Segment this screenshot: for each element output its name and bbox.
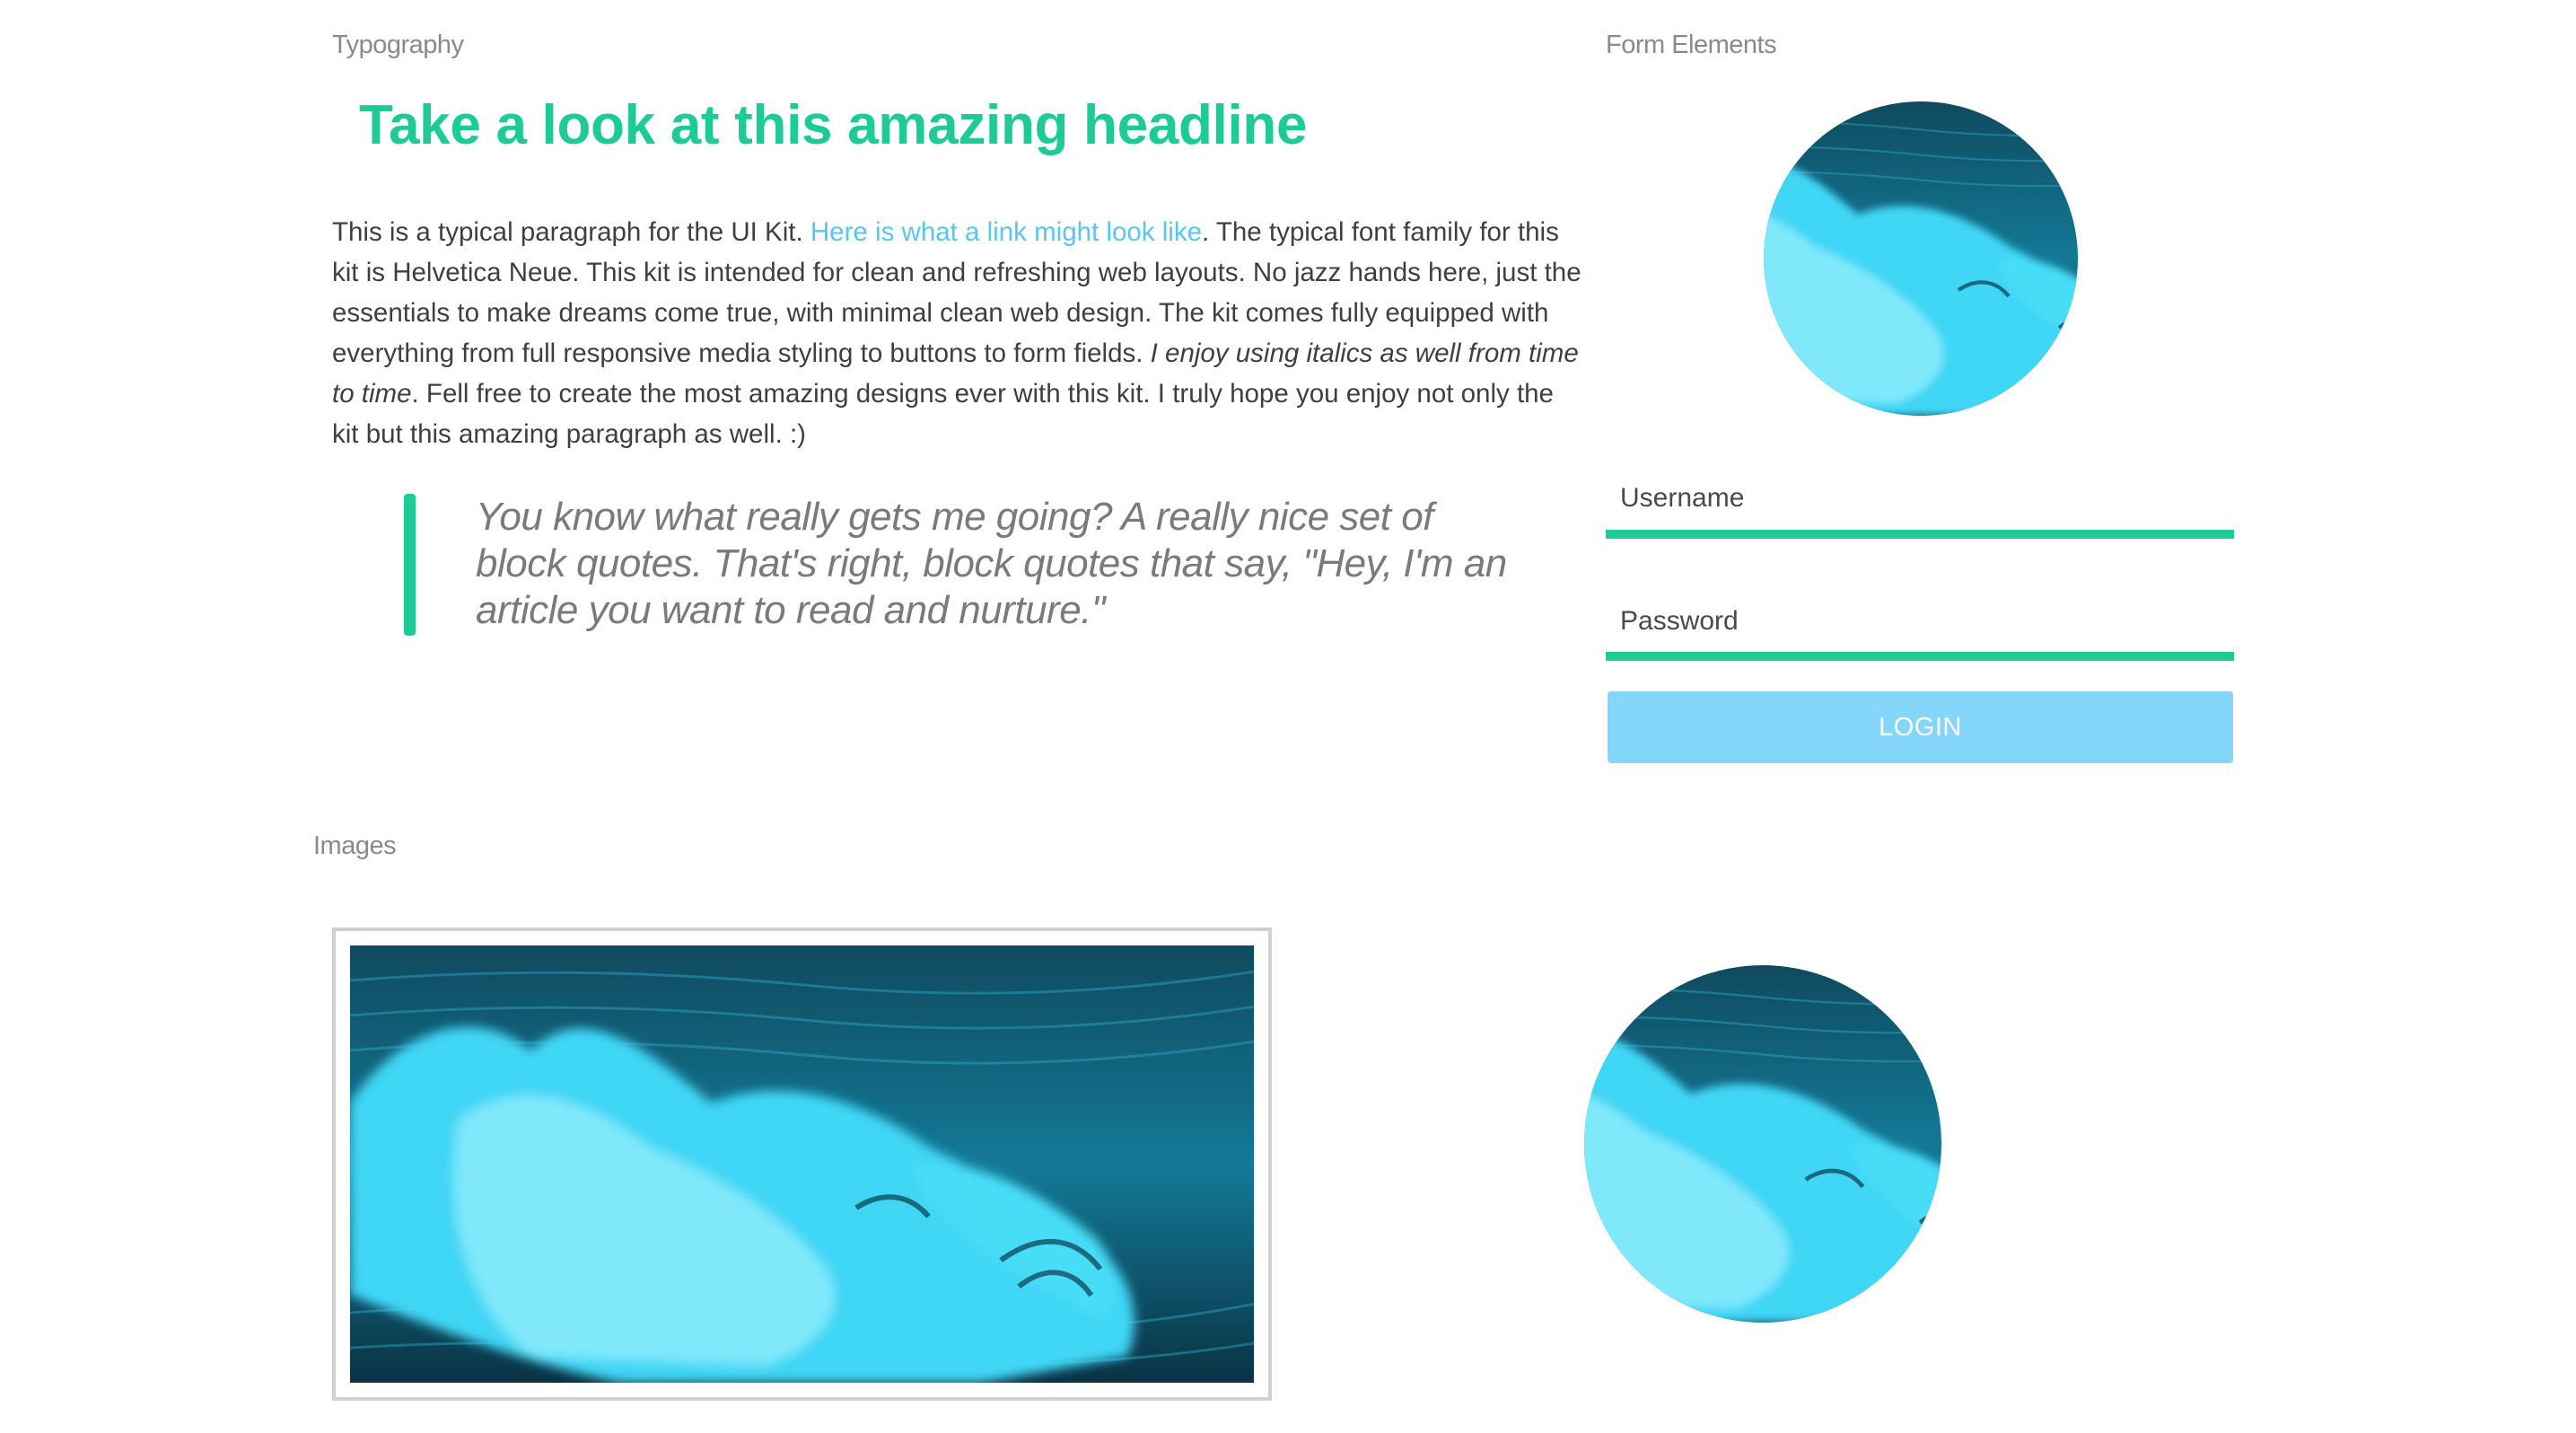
password-field[interactable]: Password	[1606, 606, 2234, 664]
block-quote-text: You know what really gets me going? A re…	[476, 495, 1507, 632]
section-label-images: Images	[313, 831, 397, 860]
round-image	[1584, 965, 1941, 1323]
paragraph-intro: This is a typical paragraph for the UI K…	[332, 217, 810, 247]
wave-image	[1764, 101, 2078, 416]
section-label-form-elements: Form Elements	[1606, 31, 1777, 59]
sample-link[interactable]: Here is what a link might look like	[810, 217, 1202, 247]
ui-kit-page: Typography Take a look at this amazing h…	[0, 0, 2576, 1433]
block-quote: You know what really gets me going? A re…	[404, 494, 1526, 636]
username-field[interactable]: Username	[1606, 483, 2234, 541]
username-underline	[1606, 530, 2234, 539]
login-button[interactable]: LOGIN	[1608, 691, 2233, 763]
wave-image	[1584, 965, 1941, 1323]
password-underline	[1606, 652, 2234, 661]
page-headline: Take a look at this amazing headline	[359, 94, 1308, 156]
block-quote-bar	[404, 494, 416, 636]
profile-avatar	[1764, 101, 2078, 416]
wave-image	[350, 945, 1254, 1383]
body-paragraph: This is a typical paragraph for the UI K…	[332, 212, 1584, 454]
password-label: Password	[1620, 606, 1739, 636]
framed-image	[332, 927, 1272, 1401]
section-label-typography: Typography	[332, 31, 464, 59]
username-label: Username	[1620, 483, 1745, 513]
framed-image-content	[350, 945, 1254, 1383]
paragraph-end: . Fell free to create the most amazing d…	[332, 379, 1554, 449]
